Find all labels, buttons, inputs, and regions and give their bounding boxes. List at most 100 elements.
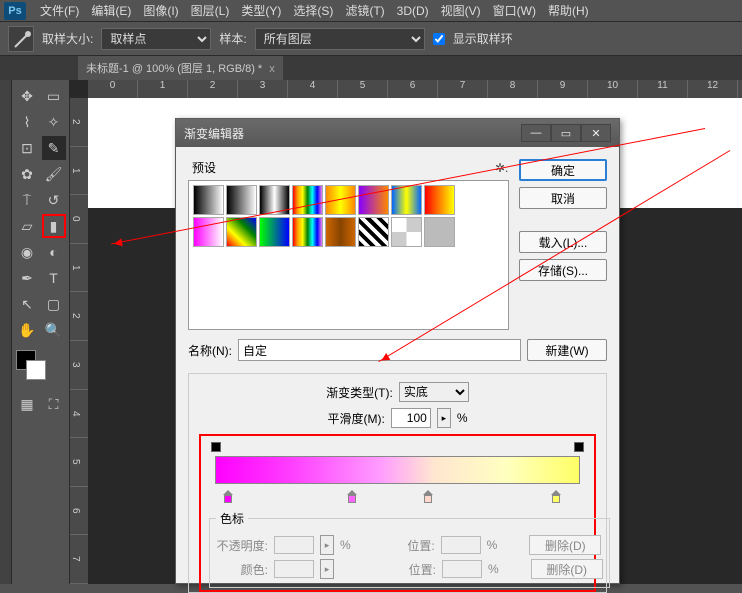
- tool-brush[interactable]: 🖌: [42, 162, 66, 186]
- sample-size-select[interactable]: 取样点: [101, 28, 211, 50]
- dialog-titlebar[interactable]: 渐变编辑器 — ▭ ✕: [176, 119, 619, 147]
- document-tabs: 未标题-1 @ 100% (图层 1, RGB/8) * x: [0, 56, 742, 80]
- color-stop[interactable]: [551, 490, 561, 504]
- preset-swatch[interactable]: [193, 185, 224, 215]
- tool-magic-wand[interactable]: ✧: [42, 110, 66, 134]
- gradient-bar-editor[interactable]: [209, 442, 586, 504]
- tool-crop[interactable]: ⊡: [15, 136, 39, 160]
- ruler-tick: 0: [70, 195, 88, 244]
- gradient-type-select[interactable]: 实底: [399, 382, 469, 402]
- ruler-tick: 3: [70, 341, 88, 390]
- presets-box: [188, 180, 509, 330]
- tool-dodge[interactable]: ◐: [42, 240, 66, 264]
- close-icon[interactable]: x: [269, 63, 275, 75]
- menu-file[interactable]: 文件(F): [34, 2, 85, 19]
- preset-swatch[interactable]: [292, 217, 323, 247]
- menu-help[interactable]: 帮助(H): [542, 2, 595, 19]
- ruler-tick: 4: [288, 80, 338, 98]
- quickmask-icon[interactable]: ▦: [15, 392, 39, 416]
- spinner-icon: ▸: [320, 559, 334, 579]
- color-stop[interactable]: [223, 490, 233, 504]
- spinner-icon[interactable]: ▸: [437, 408, 451, 428]
- tool-history-brush[interactable]: ↺: [42, 188, 66, 212]
- ruler-tick: 12: [688, 80, 738, 98]
- tool-lasso[interactable]: ⌇: [15, 110, 39, 134]
- ruler-tick: 1: [70, 244, 88, 293]
- smoothness-input[interactable]: [391, 408, 431, 428]
- opacity-input: [274, 536, 314, 554]
- ruler-tick: 8: [488, 80, 538, 98]
- preset-swatch[interactable]: [391, 217, 422, 247]
- color-swatches[interactable]: [12, 350, 69, 386]
- preset-swatch[interactable]: [226, 185, 257, 215]
- menu-3d[interactable]: 3D(D): [391, 4, 435, 18]
- menu-type[interactable]: 类型(Y): [235, 2, 287, 19]
- minimize-icon[interactable]: —: [521, 124, 551, 142]
- ruler-tick: 7: [70, 535, 88, 584]
- menu-edit[interactable]: 编辑(E): [85, 2, 137, 19]
- toolbox: ✥▭⌇✧⊡✎✿🖌⍑↺▱▮◉◐✒T↖▢✋🔍 ▦ ⛶: [12, 80, 70, 584]
- ruler-tick: 11: [638, 80, 688, 98]
- tool-hand[interactable]: ✋: [15, 318, 39, 342]
- background-swatch[interactable]: [26, 360, 46, 380]
- tool-pen[interactable]: ✒: [15, 266, 39, 290]
- tab-title: 未标题-1 @ 100% (图层 1, RGB/8) *: [86, 63, 262, 75]
- menu-view[interactable]: 视图(V): [435, 2, 487, 19]
- tool-zoom[interactable]: 🔍: [42, 318, 66, 342]
- tool-path-select[interactable]: ↖: [15, 292, 39, 316]
- name-label: 名称(N):: [188, 342, 232, 359]
- menu-layer[interactable]: 图层(L): [185, 2, 236, 19]
- preset-swatch[interactable]: [391, 185, 422, 215]
- save-button[interactable]: 存储(S)...: [519, 259, 607, 281]
- preset-swatch[interactable]: [424, 185, 455, 215]
- color-stop[interactable]: [347, 490, 357, 504]
- ruler-tick: 7: [438, 80, 488, 98]
- menu-window[interactable]: 窗口(W): [487, 2, 542, 19]
- ruler-tick: 2: [70, 98, 88, 147]
- menu-select[interactable]: 选择(S): [287, 2, 339, 19]
- position-label: 位置:: [383, 537, 435, 554]
- tool-move[interactable]: ✥: [15, 84, 39, 108]
- color-input: [274, 560, 314, 578]
- menu-filter[interactable]: 滤镜(T): [339, 2, 390, 19]
- tool-patch[interactable]: ✿: [15, 162, 39, 186]
- panel-tab-strip[interactable]: [0, 80, 12, 584]
- dialog-title: 渐变编辑器: [184, 125, 244, 142]
- tool-eyedropper[interactable]: ✎: [42, 136, 66, 160]
- document-tab[interactable]: 未标题-1 @ 100% (图层 1, RGB/8) * x: [78, 56, 283, 80]
- opacity-stop[interactable]: [211, 442, 221, 454]
- gradient-bar[interactable]: [215, 456, 580, 484]
- maximize-icon[interactable]: ▭: [551, 124, 581, 142]
- tool-blur[interactable]: ◉: [15, 240, 39, 264]
- tool-type[interactable]: T: [42, 266, 66, 290]
- position-input: [442, 560, 482, 578]
- tool-shape[interactable]: ▢: [42, 292, 66, 316]
- cancel-button[interactable]: 取消: [519, 187, 607, 209]
- preset-swatch[interactable]: [358, 217, 389, 247]
- stops-fieldset: 色标 不透明度: ▸ % 位置: % 删除(D) 颜色: ▸: [209, 510, 610, 588]
- delete-button: 删除(D): [529, 535, 601, 555]
- tool-rect-marquee[interactable]: ▭: [42, 84, 66, 108]
- close-icon[interactable]: ✕: [581, 124, 611, 142]
- color-stop[interactable]: [423, 490, 433, 504]
- tool-eraser[interactable]: ▱: [15, 214, 39, 238]
- menu-image[interactable]: 图像(I): [137, 2, 184, 19]
- opacity-stop[interactable]: [574, 442, 584, 454]
- tool-gradient[interactable]: ▮: [42, 214, 66, 238]
- position-label: 位置:: [384, 561, 436, 578]
- new-button[interactable]: 新建(W): [527, 339, 607, 361]
- show-ring-checkbox[interactable]: [433, 33, 445, 45]
- eyedropper-icon[interactable]: [8, 26, 34, 52]
- show-ring-label: 显示取样环: [453, 30, 513, 47]
- preset-swatch[interactable]: [292, 185, 323, 215]
- tool-stamp[interactable]: ⍑: [15, 188, 39, 212]
- ruler-tick: 9: [538, 80, 588, 98]
- preset-swatch[interactable]: [424, 217, 455, 247]
- smoothness-unit: %: [457, 411, 468, 425]
- screenmode-icon[interactable]: ⛶: [42, 392, 66, 416]
- preset-swatch[interactable]: [259, 217, 290, 247]
- preset-swatch[interactable]: [325, 217, 356, 247]
- preset-swatch[interactable]: [226, 217, 257, 247]
- sample-select[interactable]: 所有图层: [255, 28, 425, 50]
- options-bar: 取样大小: 取样点 样本: 所有图层 显示取样环: [0, 22, 742, 56]
